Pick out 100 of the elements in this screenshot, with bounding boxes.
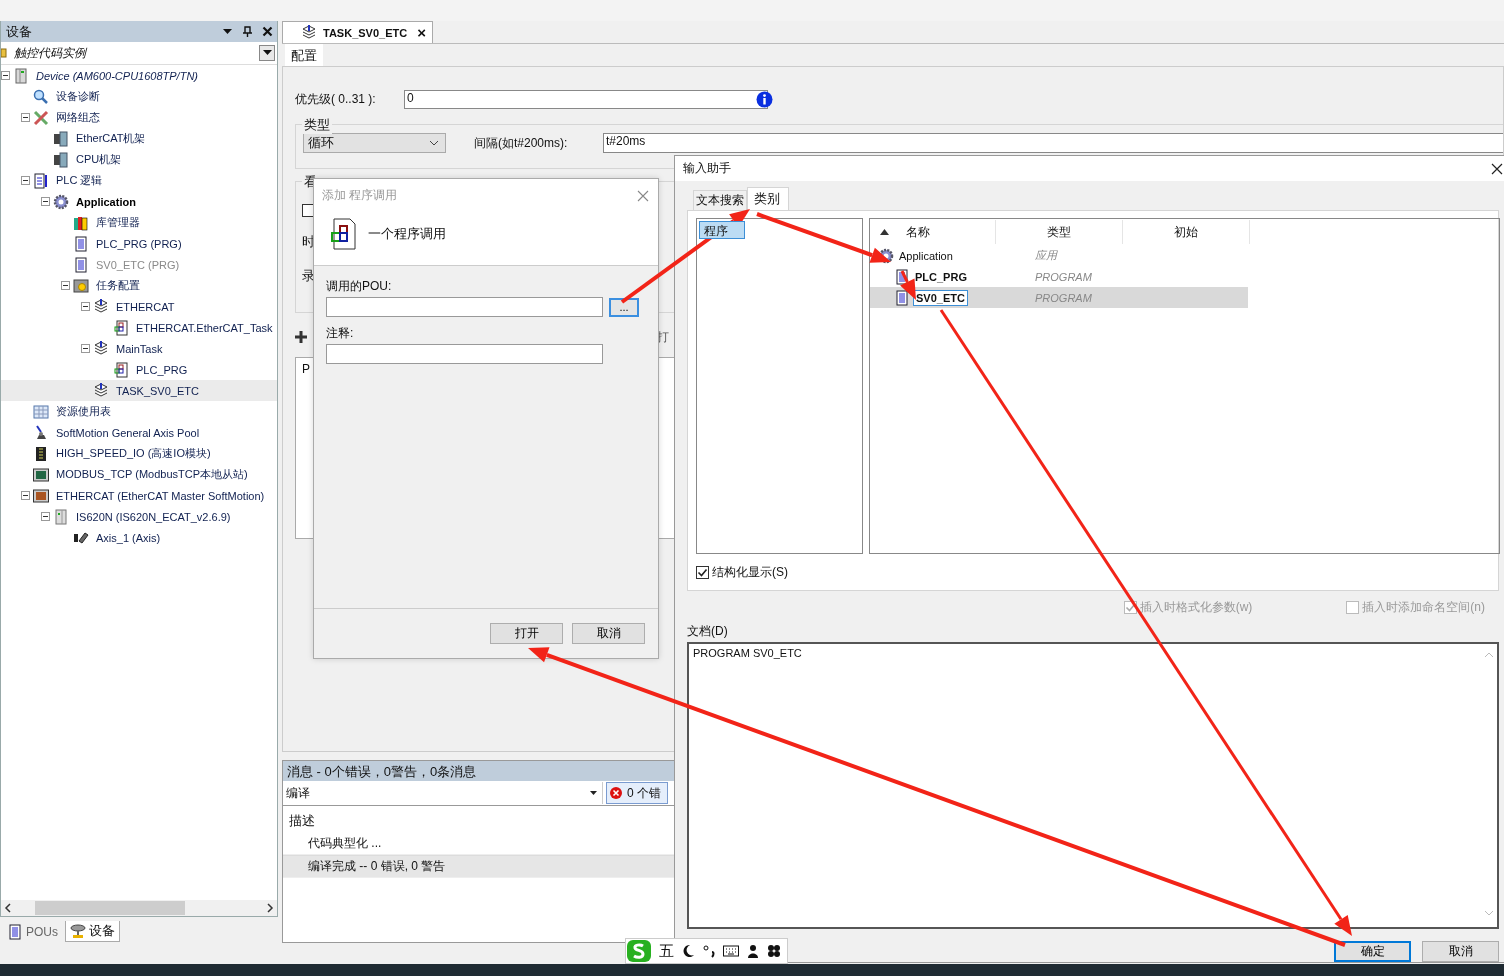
tab[interactable]: 文本搜索 [693, 190, 747, 210]
stack-icon [93, 340, 109, 357]
tree-item[interactable]: SoftMotion General Axis Pool [1, 422, 277, 443]
field-label: 录 [302, 267, 315, 285]
category-item[interactable]: 程序 [699, 221, 745, 239]
tools-icon [33, 109, 49, 126]
tree-item[interactable]: MODBUS_TCP (ModbusTCP本地从站) [1, 464, 277, 485]
server-icon [53, 151, 69, 168]
dropdown-button[interactable] [259, 45, 275, 61]
interval-field[interactable]: t#20ms [603, 133, 1503, 153]
column-header[interactable]: 名称 [870, 220, 996, 244]
server-icon [53, 508, 69, 525]
person-icon[interactable] [746, 944, 760, 958]
books-icon [73, 214, 89, 231]
keyboard-icon[interactable] [723, 945, 739, 957]
config-tab[interactable]: 配置 [285, 44, 323, 66]
blocks-document-icon [113, 361, 129, 378]
stack-icon [93, 298, 109, 315]
pin-icon[interactable] [242, 26, 253, 37]
toggle-icon[interactable] [61, 281, 70, 290]
tree-item[interactable]: IS620N (IS620N_ECAT_v2.6.9) [1, 506, 277, 527]
error-filter-button[interactable]: 0 个错 [606, 782, 668, 804]
moon-icon[interactable] [681, 944, 695, 958]
close-icon[interactable] [1491, 162, 1503, 175]
panel-tab[interactable]: 设备 [65, 921, 120, 942]
toggle-icon[interactable] [81, 302, 90, 311]
tree-item[interactable]: ETHERCAT [1, 296, 277, 317]
tree-item[interactable]: ETHERCAT.EtherCAT_Task [1, 317, 277, 338]
toggle-icon[interactable] [81, 344, 90, 353]
column-header[interactable]: 初始 [1123, 220, 1250, 244]
toggle-icon[interactable] [1, 71, 10, 80]
dialog-button[interactable]: 取消 [572, 623, 645, 644]
punctuation-icon[interactable] [702, 944, 716, 958]
list-row[interactable]: SV0_ETC PROGRAM [870, 287, 1248, 308]
tree-item[interactable]: Application [1, 191, 277, 212]
checkbox-option: 插入时格式化参数(w) [1123, 599, 1253, 616]
stack-icon [301, 24, 317, 41]
document-icon [33, 172, 49, 189]
priority-field[interactable]: 0 [404, 89, 768, 109]
source-dropdown[interactable]: 编译 [283, 782, 603, 804]
dialog-button[interactable]: 确定 [1334, 941, 1411, 962]
toggle-icon[interactable] [21, 491, 30, 500]
input-mode[interactable]: 五 [659, 941, 674, 961]
tree-item[interactable]: PLC_PRG [1, 359, 277, 380]
dropdown-icon[interactable] [222, 26, 233, 37]
browse-button[interactable]: ... [609, 297, 639, 317]
pin-icon [33, 424, 49, 441]
toggle-icon[interactable] [41, 197, 50, 206]
checkbox[interactable] [302, 204, 315, 217]
plus-icon [295, 331, 307, 343]
dialog-title: 添加 程序调用 [322, 187, 398, 204]
dialog-title: 输入助手 [683, 160, 731, 177]
tree-item[interactable]: 设备诊断 [1, 86, 277, 107]
field-label: 间隔(如t#200ms): [474, 134, 569, 152]
module-icon [33, 445, 49, 462]
tree-item[interactable]: PLC 逻辑 [1, 170, 277, 191]
toggle-icon[interactable] [21, 176, 30, 185]
tree-item[interactable]: HIGH_SPEED_IO (高速IO模块) [1, 443, 277, 464]
checkbox-option: 插入时添加命名空间(n) [1346, 599, 1485, 616]
tree-item[interactable]: 任务配置 [1, 275, 277, 296]
close-icon[interactable] [262, 26, 273, 37]
info-icon[interactable] [756, 90, 773, 108]
type-dropdown[interactable]: 循环 [303, 133, 446, 153]
editor-tab[interactable]: TASK_SV0_ETC × [282, 21, 433, 43]
input-field[interactable] [326, 297, 603, 317]
sort-up-icon [880, 229, 889, 235]
project-name: 触控代码实例 [14, 44, 88, 62]
toggle-icon[interactable] [41, 512, 50, 521]
tree-item[interactable]: TASK_SV0_ETC [1, 380, 277, 401]
program-call-icon [328, 218, 356, 250]
field-label: 注释: [326, 325, 355, 342]
tree-item[interactable]: 网络组态 [1, 107, 277, 128]
checkbox-option[interactable]: 结构化显示(S) [696, 564, 1498, 581]
column-header[interactable]: 类型 [996, 220, 1123, 244]
dialog-button[interactable]: 取消 [1422, 941, 1499, 962]
tree-item[interactable]: SV0_ETC (PRG) [1, 254, 277, 275]
tree-item[interactable]: 资源使用表 [1, 401, 277, 422]
field-label: 调用的POU: [326, 278, 393, 295]
tree-item[interactable]: MainTask [1, 338, 277, 359]
document-icon [73, 256, 89, 273]
tree-item[interactable]: CPU机架 [1, 149, 277, 170]
tree-item[interactable]: Device (AM600-CPU1608TP/TN) [1, 65, 277, 86]
dialog-button[interactable]: 打开 [490, 623, 563, 644]
tree-item[interactable]: ETHERCAT (EtherCAT Master SoftMotion) [1, 485, 277, 506]
close-button[interactable]: × [417, 24, 426, 41]
caret-icon [590, 791, 597, 795]
grid-icon[interactable] [767, 944, 781, 958]
horizontal-scrollbar[interactable] [1, 900, 277, 916]
checkbox[interactable] [696, 566, 709, 579]
list-row[interactable]: PLC_PRG PROGRAM [870, 266, 1248, 287]
document-icon [73, 235, 89, 252]
tree-item[interactable]: 库管理器 [1, 212, 277, 233]
column-header: 描述 [288, 812, 316, 830]
panel-tab[interactable]: POUs [2, 921, 63, 943]
tab[interactable]: 类别 [747, 187, 789, 210]
input-field[interactable] [326, 344, 603, 364]
toggle-icon[interactable] [21, 113, 30, 122]
tree-item[interactable]: EtherCAT机架 [1, 128, 277, 149]
tree-item[interactable]: Axis_1 (Axis) [1, 527, 277, 548]
tree-item[interactable]: PLC_PRG (PRG) [1, 233, 277, 254]
